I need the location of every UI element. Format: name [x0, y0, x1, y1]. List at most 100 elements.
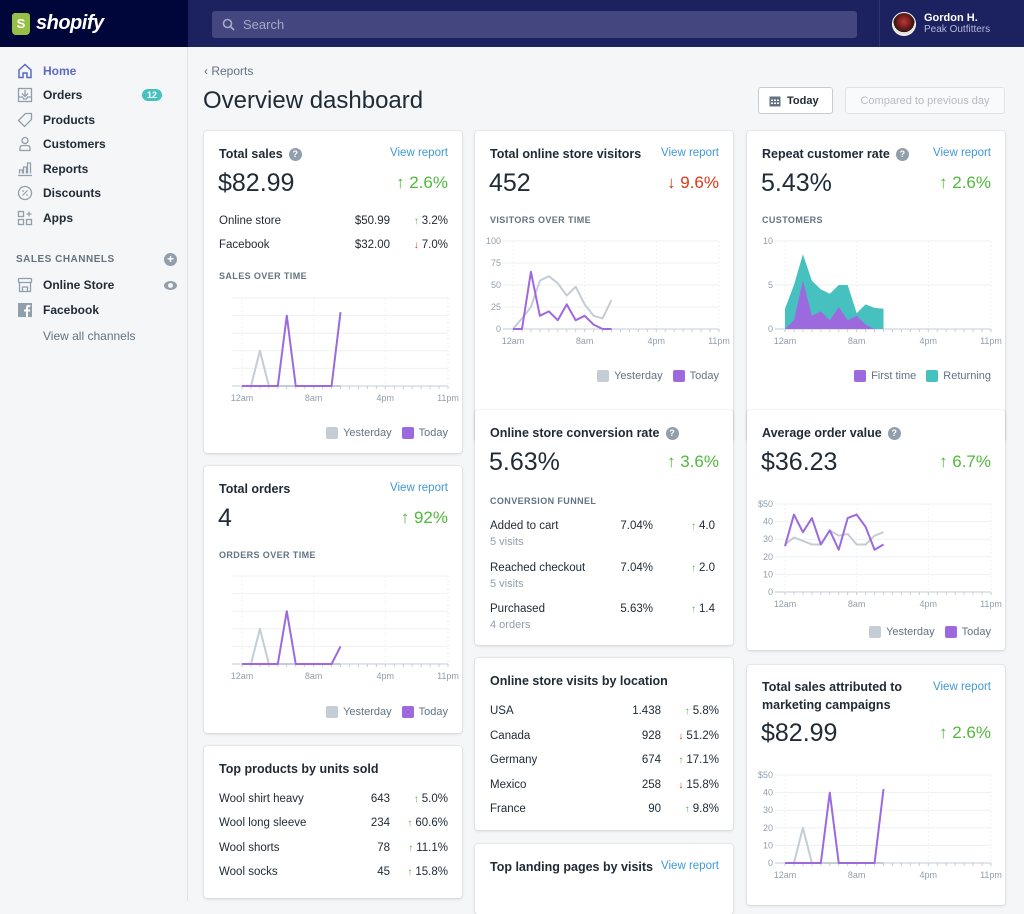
row-name: Wool long sleeve — [219, 817, 306, 829]
x-tick-label: 12am — [231, 393, 254, 403]
x-tick-label: 11pm — [437, 393, 459, 403]
card-title: Top landing pages by visits — [490, 860, 653, 874]
view-report-link[interactable]: View report — [661, 147, 719, 159]
discount-icon — [16, 184, 34, 202]
logo[interactable]: S shopify — [0, 0, 188, 47]
date-range-button[interactable]: Today — [758, 87, 833, 114]
row-change: 17.1% — [686, 754, 719, 766]
y-tick-label: 0 — [768, 587, 773, 597]
arrow-up-icon: ↑ — [691, 563, 696, 574]
view-report-link[interactable]: View report — [933, 681, 991, 693]
row-name: Wool shorts — [219, 842, 280, 854]
y-tick-label: 10 — [763, 236, 773, 246]
y-tick-label: 30 — [763, 805, 773, 815]
search-input[interactable]: Search — [212, 11, 857, 38]
row-value: 643 — [371, 793, 390, 805]
visitors-value: 452 — [489, 169, 531, 198]
row-value: 45 — [377, 866, 390, 878]
line-today — [513, 272, 612, 329]
y-tick-label: 20 — [763, 823, 773, 833]
legend-swatch-today — [402, 427, 414, 439]
view-report-link[interactable]: View report — [390, 147, 448, 159]
user-menu[interactable]: Gordon H. Peak Outfitters — [879, 0, 1024, 47]
y-tick-label: 30 — [763, 534, 773, 544]
legend-label: Yesterday — [614, 370, 663, 382]
help-icon[interactable]: ? — [289, 148, 302, 161]
table-row: USA1.438↑5.8% — [490, 705, 719, 721]
x-tick-label: 11pm — [980, 599, 1002, 609]
sidebar-item-discounts[interactable]: Discounts — [16, 183, 176, 203]
sidebar-item-products[interactable]: Products — [16, 110, 176, 130]
view-all-channels-link[interactable]: View all channels — [43, 329, 136, 343]
sidebar-item-customers[interactable]: Customers — [16, 134, 176, 154]
view-report-link[interactable]: View report — [390, 482, 448, 494]
compare-button[interactable]: Compared to previous day — [845, 87, 1005, 114]
marketing-chart: $5040302010012am8am4pm11pm — [747, 763, 1005, 893]
orders-icon — [16, 86, 34, 104]
legend-swatch-today — [402, 706, 414, 718]
page-title: Overview dashboard — [203, 87, 423, 115]
sidebar-item-label: Home — [43, 64, 76, 78]
arrow-up-icon: ↑ — [678, 755, 683, 766]
row-value: 5.63% — [620, 603, 653, 615]
x-tick-label: 11pm — [708, 336, 730, 346]
total-orders-value: 4 — [218, 504, 232, 533]
funnel-row: Purchased4 orders5.63%↑1.4 — [490, 603, 719, 619]
y-tick-label: 50 — [491, 280, 501, 290]
card-title-line: marketing campaigns — [762, 696, 891, 714]
arrow-up-icon: ↑ — [414, 216, 419, 227]
y-tick-label: 0 — [768, 858, 773, 868]
marketing-value: $82.99 — [761, 719, 837, 748]
row-change: 15.8% — [415, 866, 448, 878]
conversion-value: 5.63% — [489, 448, 560, 477]
repeat-customer-card: Repeat customer rate? View report 5.43% … — [747, 131, 1005, 441]
y-tick-label: 20 — [763, 552, 773, 562]
row-change: 4.0 — [699, 520, 715, 532]
search-placeholder: Search — [243, 17, 284, 32]
sidebar-item-facebook[interactable]: Facebook — [16, 300, 176, 320]
sidebar-item-apps[interactable]: Apps — [16, 208, 176, 228]
y-tick-label: 40 — [763, 788, 773, 798]
legend-label: Today — [419, 706, 448, 718]
store-name: Peak Outfitters — [924, 24, 990, 36]
sidebar-item-label: Apps — [43, 211, 73, 225]
top-landing-pages-card: Top landing pages by visits View report — [475, 844, 733, 914]
add-channel-icon[interactable]: + — [164, 253, 177, 266]
help-icon[interactable]: ? — [896, 148, 909, 161]
table-row: France90↑9.8% — [490, 803, 719, 819]
view-report-link[interactable]: View report — [661, 860, 719, 872]
sidebar-item-reports[interactable]: Reports — [16, 159, 176, 179]
table-row: Wool shirt heavy643↑5.0% — [219, 793, 448, 809]
card-title: Total orders — [219, 482, 290, 496]
row-value: 674 — [642, 754, 661, 766]
table-row: Canada928↓51.2% — [490, 730, 719, 746]
x-tick-label: 12am — [231, 671, 254, 681]
y-tick-label: 0 — [496, 324, 501, 334]
row-name: Reached checkout — [490, 562, 585, 574]
sidebar-item-label: Products — [43, 113, 95, 127]
row-change: 5.0% — [422, 793, 448, 805]
row-subtext: 5 visits — [490, 578, 524, 590]
chart-legend: YesterdayToday — [859, 626, 991, 638]
sidebar-item-online-store[interactable]: Online Store — [16, 275, 176, 295]
row-value: 78 — [377, 842, 390, 854]
row-change: 7.0% — [422, 239, 448, 251]
y-tick-label: $50 — [758, 499, 773, 509]
help-icon[interactable]: ? — [666, 427, 679, 440]
view-report-link[interactable]: View report — [933, 147, 991, 159]
row-name: Wool shirt heavy — [219, 793, 304, 805]
breadcrumb[interactable]: ‹ Reports — [204, 64, 253, 78]
visitors-over-time-chart: 100755025012am8am4pm11pm — [475, 229, 733, 359]
sidebar-item-orders[interactable]: Orders 12 — [16, 85, 176, 105]
arrow-up-icon: ↑ — [685, 804, 690, 815]
sidebar-item-label: Online Store — [43, 278, 114, 292]
help-icon[interactable]: ? — [888, 427, 901, 440]
card-title-text: Online store conversion rate — [490, 426, 660, 440]
table-row: Germany674↑17.1% — [490, 754, 719, 770]
sidebar-item-home[interactable]: Home — [16, 61, 176, 81]
main-content: ‹ Reports Overview dashboard Today Compa… — [188, 47, 1024, 901]
row-change: 9.8% — [693, 803, 719, 815]
legend-swatch-returning — [926, 370, 938, 382]
row-value: 1.438 — [632, 705, 661, 717]
eye-icon[interactable] — [164, 281, 177, 290]
